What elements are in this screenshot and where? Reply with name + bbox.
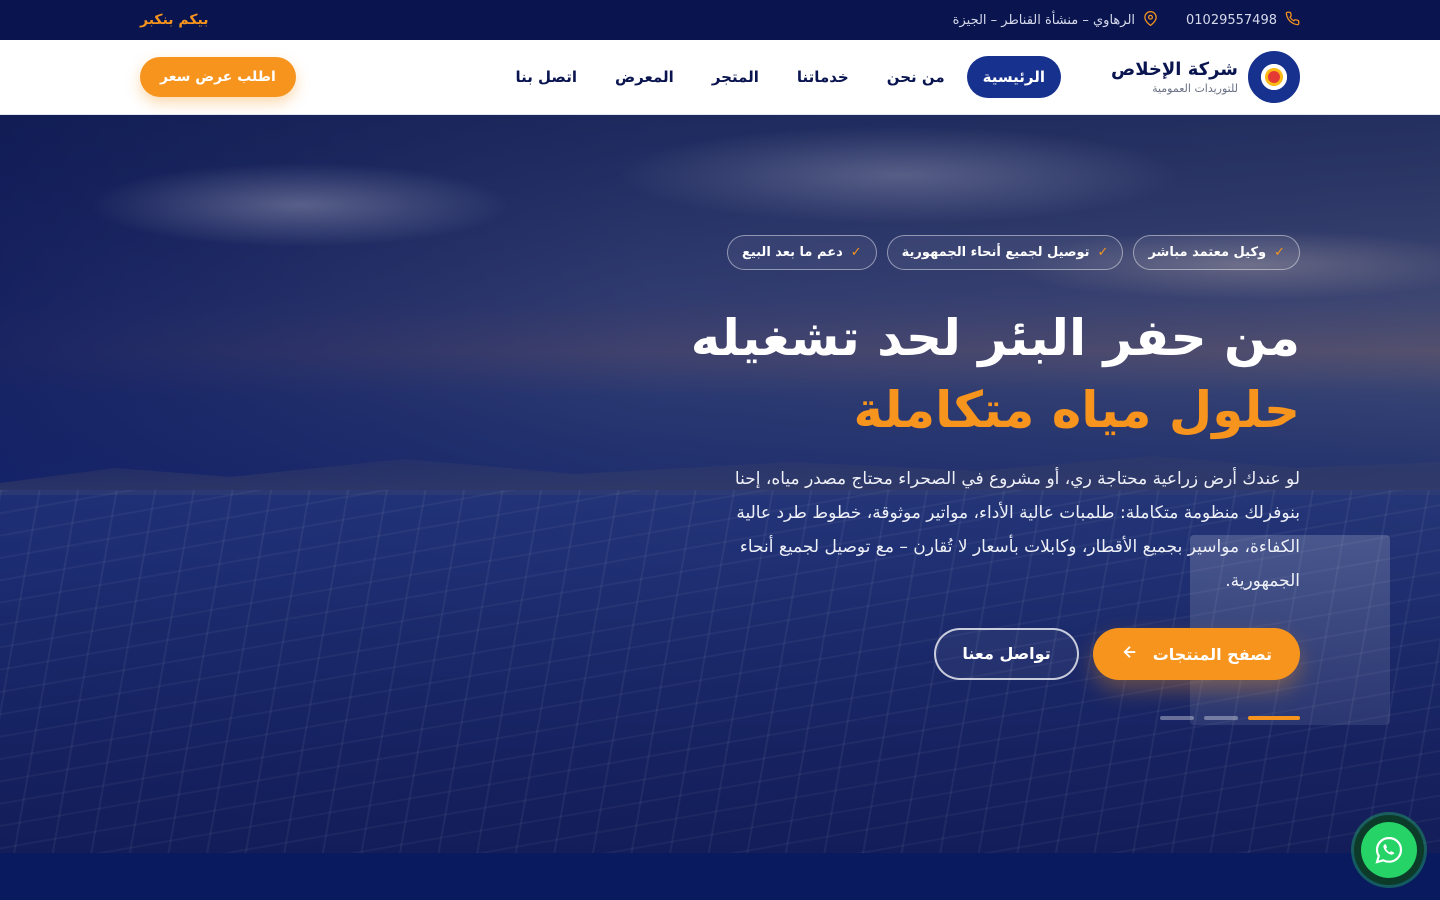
badge-label: وكيل معتمد مباشر (1148, 245, 1267, 260)
topbar-phone[interactable]: 01029557498 (1186, 11, 1300, 30)
badge-after-sales: ✓ دعم ما بعد البيع (726, 235, 877, 270)
phone-icon (1285, 11, 1300, 30)
contact-us-button[interactable]: تواصل معنا (934, 628, 1079, 680)
nav-item-store[interactable]: المتجر (696, 56, 775, 98)
whatsapp-button[interactable] (1354, 815, 1424, 885)
logo-subtitle: للتوريدات العمومية (1152, 82, 1238, 96)
nav-item-about[interactable]: من نحن (871, 56, 961, 98)
check-icon: ✓ (850, 245, 862, 260)
main-nav: الرئيسية من نحن خدماتنا المتجر المعرض ات… (499, 56, 1062, 98)
logo-title: شركة الإخلاص (1111, 58, 1238, 80)
slider-dot-3[interactable] (1160, 716, 1194, 720)
nav-item-services[interactable]: خدماتنا (781, 56, 865, 98)
logo-emblem (1248, 51, 1300, 103)
location-pin-icon (1143, 10, 1158, 30)
badge-authorized-dealer: ✓ وكيل معتمد مباشر (1133, 235, 1300, 270)
hero-description: لو عندك أرض زراعية محتاجة ري، أو مشروع ف… (734, 469, 1300, 591)
hero-actions: تصفح المنتجات تواصل معنا (934, 628, 1300, 680)
nav-item-contact[interactable]: اتصل بنا (499, 56, 593, 98)
topbar-contacts: 01029557498 الرهاوي – منشأة القناطر – ال… (952, 10, 1300, 30)
whatsapp-icon (1361, 822, 1417, 878)
request-quote-button[interactable]: اطلب عرض سعر (140, 57, 296, 97)
badge-label: دعم ما بعد البيع (741, 245, 843, 260)
phone-number: 01029557498 (1186, 12, 1277, 28)
check-icon: ✓ (1274, 245, 1285, 260)
check-icon: ✓ (1097, 245, 1109, 260)
topbar: 01029557498 الرهاوي – منشأة القناطر – ال… (0, 0, 1440, 40)
topbar-address: الرهاوي – منشأة القناطر – الجيزة (952, 10, 1158, 30)
arrow-left-icon (1121, 643, 1139, 665)
hero-section: ✓ وكيل معتمد مباشر ✓ توصيل لجميع أنحاء ا… (0, 115, 1440, 853)
slider-dot-1[interactable] (1248, 716, 1300, 720)
nav-item-home[interactable]: الرئيسية (966, 56, 1062, 98)
slider-dots (1160, 716, 1300, 720)
main-header: شركة الإخلاص للتوريدات العمومية الرئيسية… (0, 40, 1440, 115)
slider-dot-2[interactable] (1204, 716, 1238, 720)
hero-badges: ✓ وكيل معتمد مباشر ✓ توصيل لجميع أنحاء ا… (726, 235, 1300, 270)
browse-products-label: تصفح المنتجات (1152, 644, 1272, 664)
badge-label: توصيل لجميع أنحاء الجمهورية (901, 245, 1090, 260)
brand-tagline: بيكم بنكبر (140, 12, 209, 28)
address-text: الرهاوي – منشأة القناطر – الجيزة (952, 12, 1136, 28)
hero-content: ✓ وكيل معتمد مباشر ✓ توصيل لجميع أنحاء ا… (680, 235, 1300, 720)
browse-products-button[interactable]: تصفح المنتجات (1092, 628, 1300, 680)
badge-nationwide-delivery: ✓ توصيل لجميع أنحاء الجمهورية (886, 235, 1124, 270)
logo[interactable]: شركة الإخلاص للتوريدات العمومية (1111, 51, 1300, 103)
hero-title: من حفر البئر لحد تشغيله (690, 309, 1300, 367)
logo-text: شركة الإخلاص للتوريدات العمومية (1111, 59, 1238, 96)
hero-title-accent: حلول مياه متكاملة (853, 381, 1300, 439)
next-section-strip (0, 853, 1440, 900)
nav-item-gallery[interactable]: المعرض (599, 56, 690, 98)
